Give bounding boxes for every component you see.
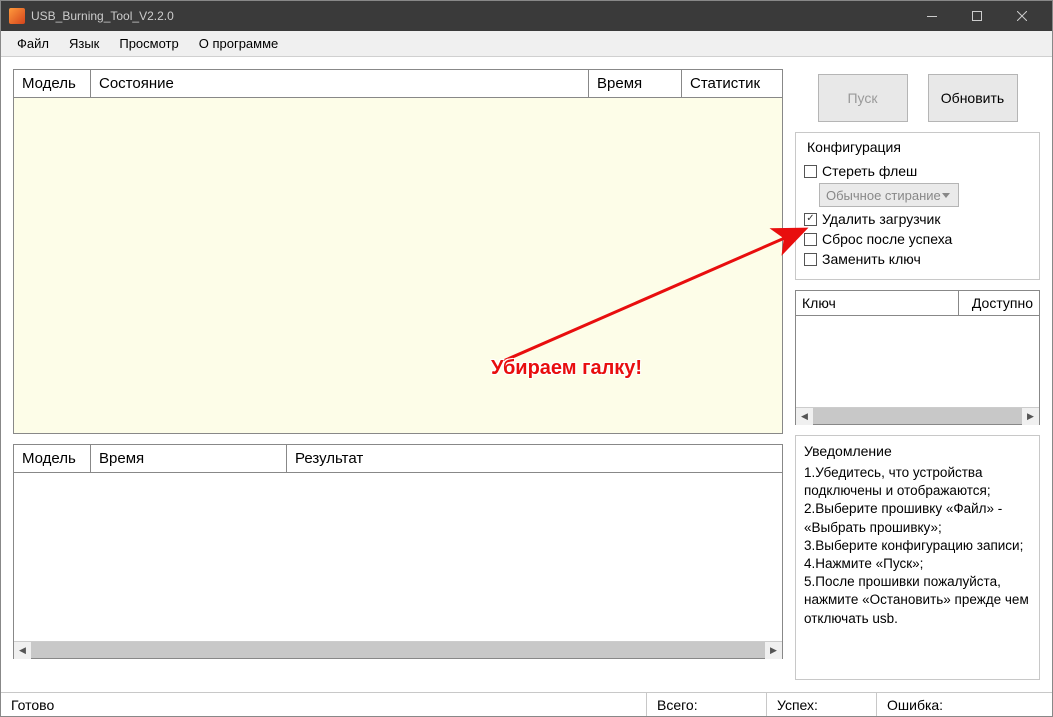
statusbar: Готово Всего: Успех: Ошибка: <box>1 692 1052 716</box>
menubar: Файл Язык Просмотр О программе <box>1 31 1052 57</box>
device-table-body <box>14 98 782 433</box>
close-button[interactable] <box>999 1 1044 31</box>
reset-after-row[interactable]: Сброс после успеха <box>804 231 1031 247</box>
notification-panel: Уведомление 1.Убедитесь, что устройства … <box>795 435 1040 680</box>
result-table-body <box>14 473 782 641</box>
notification-title: Уведомление <box>804 442 1031 461</box>
refresh-button[interactable]: Обновить <box>928 74 1018 122</box>
checkbox-icon[interactable] <box>804 253 817 266</box>
result-scrollbar[interactable]: ◀ ▶ <box>14 641 782 658</box>
checkbox-icon[interactable] <box>804 213 817 226</box>
key-table: Ключ Доступно ◀ ▶ <box>795 290 1040 425</box>
config-title: Конфигурация <box>804 139 904 155</box>
window-controls <box>909 1 1044 31</box>
erase-mode-value: Обычное стирание <box>826 188 941 203</box>
scroll-left-icon[interactable]: ◀ <box>14 642 31 659</box>
key-col-key[interactable]: Ключ <box>796 291 959 315</box>
res-col-time[interactable]: Время <box>91 445 287 472</box>
status-error: Ошибка: <box>877 693 1052 716</box>
key-col-avail[interactable]: Доступно <box>959 291 1039 315</box>
menu-about[interactable]: О программе <box>189 33 289 54</box>
checkbox-icon[interactable] <box>804 233 817 246</box>
res-col-result[interactable]: Результат <box>287 445 782 472</box>
replace-key-label: Заменить ключ <box>822 251 921 267</box>
scroll-right-icon[interactable]: ▶ <box>1022 408 1039 425</box>
config-group: Конфигурация Стереть флеш Обычное стиран… <box>795 132 1040 280</box>
notify-line: 1.Убедитесь, что устройства подключены и… <box>804 464 1031 500</box>
device-table: Модель Состояние Время Статистик <box>13 69 783 434</box>
menu-view[interactable]: Просмотр <box>109 33 188 54</box>
window-title: USB_Burning_Tool_V2.2.0 <box>31 9 909 23</box>
scroll-left-icon[interactable]: ◀ <box>796 408 813 425</box>
menu-lang[interactable]: Язык <box>59 33 109 54</box>
replace-key-row[interactable]: Заменить ключ <box>804 251 1031 267</box>
content-area: Модель Состояние Время Статистик Модель … <box>1 57 1052 692</box>
notify-line: 3.Выберите конфигурацию записи; <box>804 537 1031 555</box>
start-button[interactable]: Пуск <box>818 74 908 122</box>
titlebar: USB_Burning_Tool_V2.2.0 <box>1 1 1052 31</box>
minimize-button[interactable] <box>909 1 954 31</box>
status-success: Успех: <box>767 693 877 716</box>
notify-line: 2.Выберите прошивку «Файл» - «Выбрать пр… <box>804 500 1031 536</box>
erase-flash-row[interactable]: Стереть флеш <box>804 163 1031 179</box>
res-col-model[interactable]: Модель <box>14 445 91 472</box>
erase-mode-select: Обычное стирание <box>819 183 959 207</box>
notify-line: 4.Нажмите «Пуск»; <box>804 555 1031 573</box>
erase-flash-label: Стереть флеш <box>822 163 917 179</box>
col-stat[interactable]: Статистик <box>682 70 782 97</box>
status-ready: Готово <box>1 693 647 716</box>
erase-bootloader-row[interactable]: Удалить загрузчик <box>804 211 1031 227</box>
key-scrollbar[interactable]: ◀ ▶ <box>796 407 1039 424</box>
checkbox-icon[interactable] <box>804 165 817 178</box>
col-state[interactable]: Состояние <box>91 70 589 97</box>
key-table-body <box>796 316 1039 407</box>
status-total: Всего: <box>647 693 767 716</box>
col-model[interactable]: Модель <box>14 70 91 97</box>
result-table: Модель Время Результат ◀ ▶ <box>13 444 783 659</box>
app-icon <box>9 8 25 24</box>
col-time[interactable]: Время <box>589 70 682 97</box>
menu-file[interactable]: Файл <box>7 33 59 54</box>
reset-after-label: Сброс после успеха <box>822 231 952 247</box>
maximize-button[interactable] <box>954 1 999 31</box>
notify-line: 5.После прошивки пожалуйста, нажмите «Ос… <box>804 573 1031 628</box>
erase-bootloader-label: Удалить загрузчик <box>822 211 940 227</box>
scroll-right-icon[interactable]: ▶ <box>765 642 782 659</box>
